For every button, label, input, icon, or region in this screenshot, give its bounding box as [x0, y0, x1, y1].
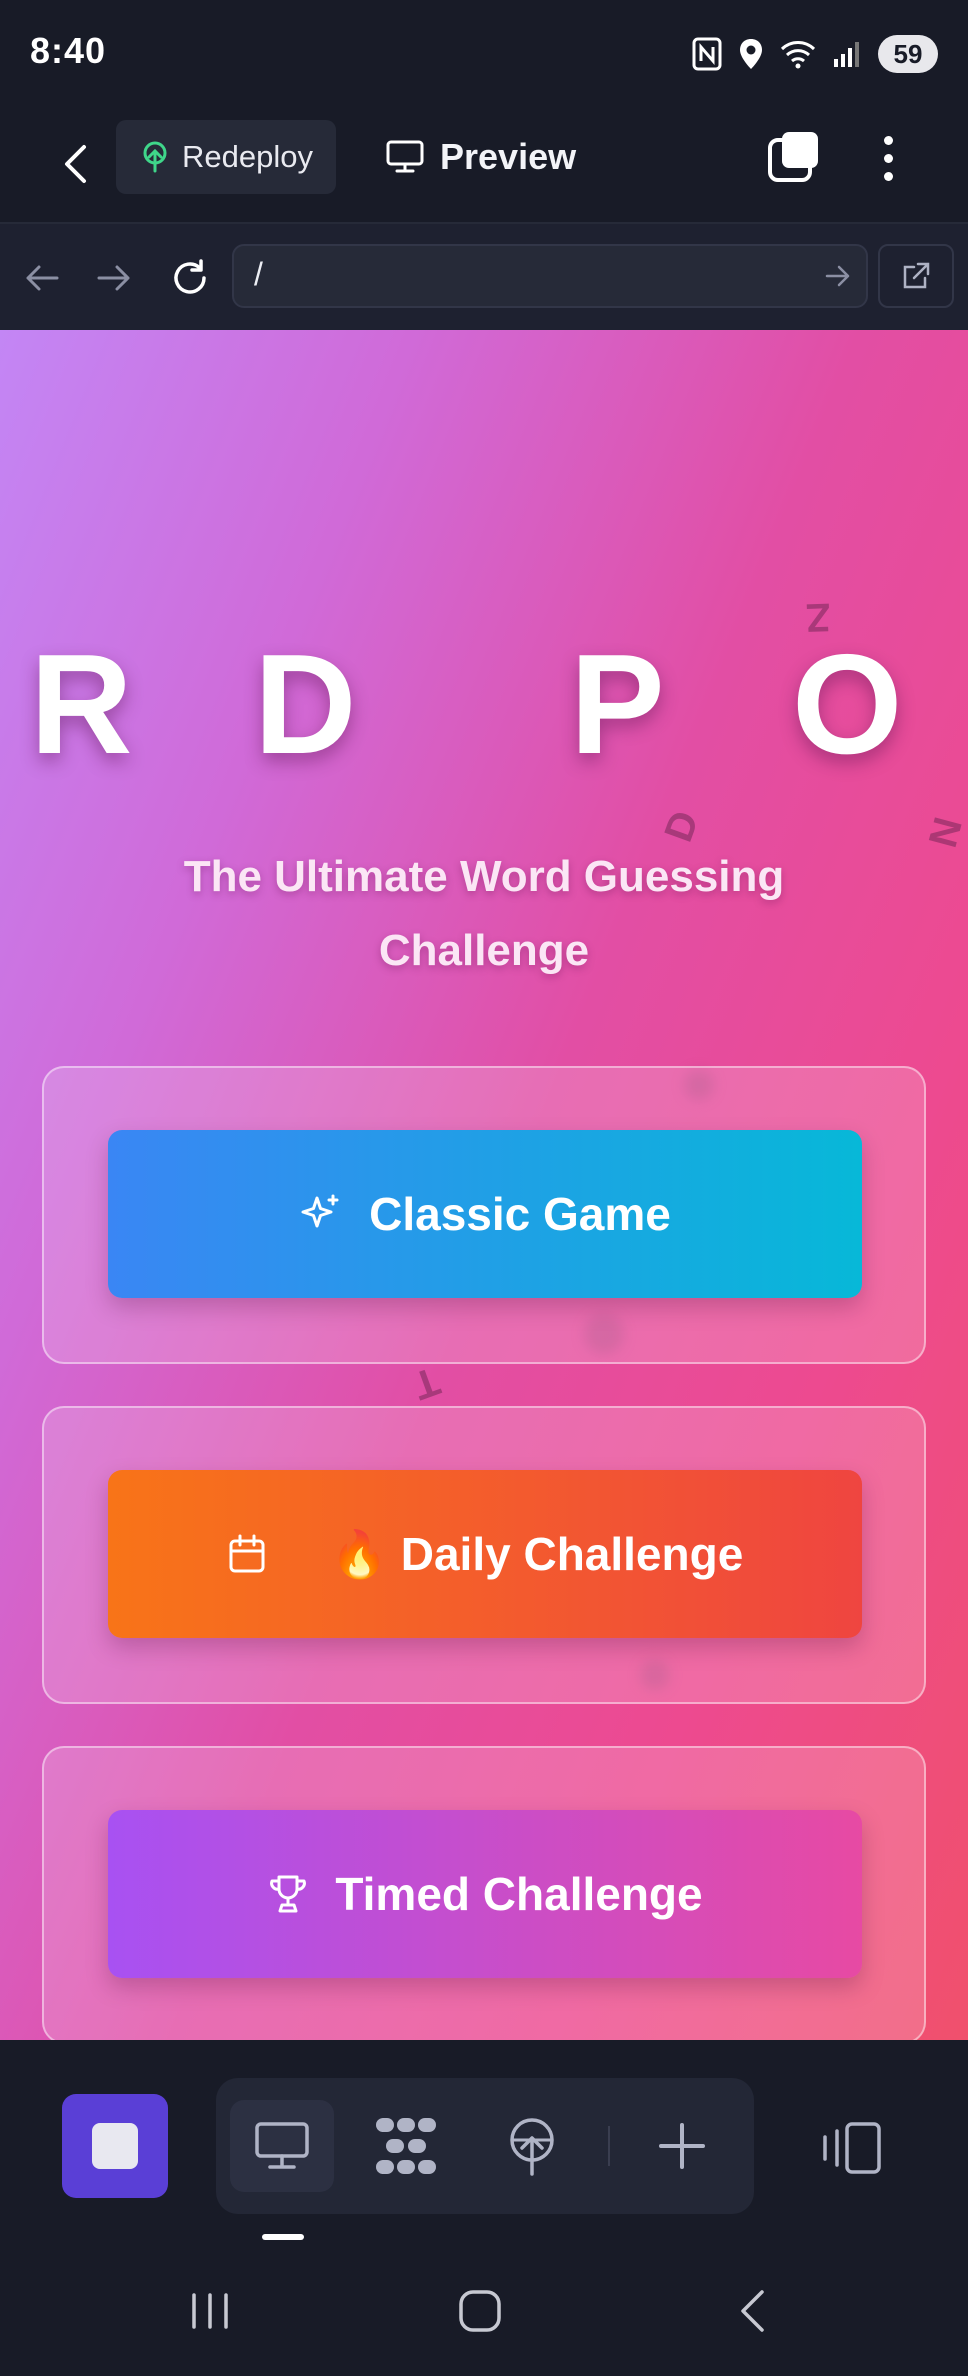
- devices-button[interactable]: [814, 2100, 888, 2196]
- preview-label: Preview: [440, 136, 577, 177]
- bottom-toolbar: [0, 2040, 968, 2240]
- daily-challenge-button[interactable]: 🔥 Daily Challenge: [108, 1470, 862, 1638]
- system-back-button[interactable]: [712, 2276, 792, 2346]
- battery-icon: 59: [878, 35, 938, 73]
- home-icon: [459, 2290, 501, 2332]
- status-bar: 8:40 59: [0, 0, 968, 108]
- trophy-icon: [270, 1875, 307, 1913]
- monitor-icon: [386, 140, 424, 173]
- devices-icon: [823, 2122, 881, 2174]
- game-subtitle: The Ultimate Word Guessing Challenge: [183, 852, 785, 975]
- timed-challenge-label: Timed Challenge: [335, 1868, 703, 1920]
- game-page: Z D N T R D P O The Ultimate Word Guessi…: [0, 330, 968, 2040]
- daily-challenge-label: 🔥 Daily Challenge: [330, 1527, 744, 1580]
- game-title: R D P O: [0, 630, 968, 780]
- title-letter: R: [30, 625, 133, 784]
- dots-grid-icon: [376, 2118, 436, 2174]
- external-link-icon: [903, 262, 930, 289]
- toolbar-divider: [608, 2126, 610, 2166]
- floating-letter: N: [920, 812, 968, 853]
- redeploy-button[interactable]: Redeploy: [116, 120, 336, 194]
- deploy-icon: [143, 141, 167, 173]
- plus-icon: [659, 2123, 705, 2169]
- tabs-button[interactable]: [764, 128, 824, 188]
- preview-tab[interactable]: Preview: [386, 120, 576, 194]
- calendar-icon: [229, 1534, 265, 1573]
- recents-button[interactable]: [170, 2276, 250, 2346]
- status-time: 8:40: [30, 30, 107, 71]
- arrow-right-icon: [97, 265, 130, 291]
- classic-game-label: Classic Game: [369, 1188, 671, 1240]
- chevron-left-icon: [65, 145, 86, 183]
- stop-icon: [92, 2123, 138, 2169]
- refresh-icon: [174, 259, 206, 294]
- redeploy-label: Redeploy: [182, 139, 313, 174]
- back-button[interactable]: [52, 132, 98, 196]
- wifi-icon: [780, 41, 816, 69]
- status-icons: 59: [692, 34, 938, 74]
- grid-tool-button[interactable]: [354, 2100, 458, 2192]
- timed-challenge-button[interactable]: Timed Challenge: [108, 1810, 862, 1978]
- refresh-button[interactable]: [164, 252, 216, 304]
- title-letter: O: [792, 625, 903, 784]
- location-icon: [740, 39, 762, 69]
- title-letter: D: [254, 625, 357, 784]
- floating-letter: T: [407, 1358, 446, 1408]
- mode-card-daily: 🔥 Daily Challenge: [42, 1406, 926, 1704]
- app-bar: Redeploy Preview: [0, 108, 968, 224]
- desktop-icon: [255, 2122, 309, 2169]
- open-external-button[interactable]: [878, 244, 954, 308]
- mode-card-classic: Classic Game: [42, 1066, 926, 1364]
- tabs-icon: [768, 132, 818, 182]
- go-arrow-icon[interactable]: [824, 262, 852, 290]
- nfc-icon: [692, 37, 722, 71]
- title-letter: P: [570, 625, 665, 784]
- add-tool-button[interactable]: [630, 2100, 734, 2192]
- arrow-left-icon: [26, 265, 59, 291]
- browser-forward-button[interactable]: [88, 252, 140, 304]
- deploy-icon: [510, 2118, 554, 2176]
- sparkles-icon: [301, 1194, 339, 1228]
- more-vertical-icon[interactable]: [866, 128, 910, 188]
- signal-icon: [834, 42, 859, 67]
- url-text: /: [254, 256, 263, 292]
- tool-group: [216, 2078, 754, 2214]
- home-button[interactable]: [440, 2276, 520, 2346]
- stop-button[interactable]: [62, 2094, 168, 2198]
- mode-card-timed: Timed Challenge: [42, 1746, 926, 2040]
- deploy-tool-button[interactable]: [480, 2100, 584, 2192]
- desktop-tool-button[interactable]: [230, 2100, 334, 2192]
- recents-icon: [192, 2293, 228, 2329]
- browser-back-button[interactable]: [16, 252, 68, 304]
- browser-bar: /: [0, 224, 968, 330]
- system-nav-bar: [0, 2240, 968, 2376]
- classic-game-button[interactable]: Classic Game: [108, 1130, 862, 1298]
- back-icon: [741, 2290, 764, 2332]
- url-input[interactable]: /: [232, 244, 868, 308]
